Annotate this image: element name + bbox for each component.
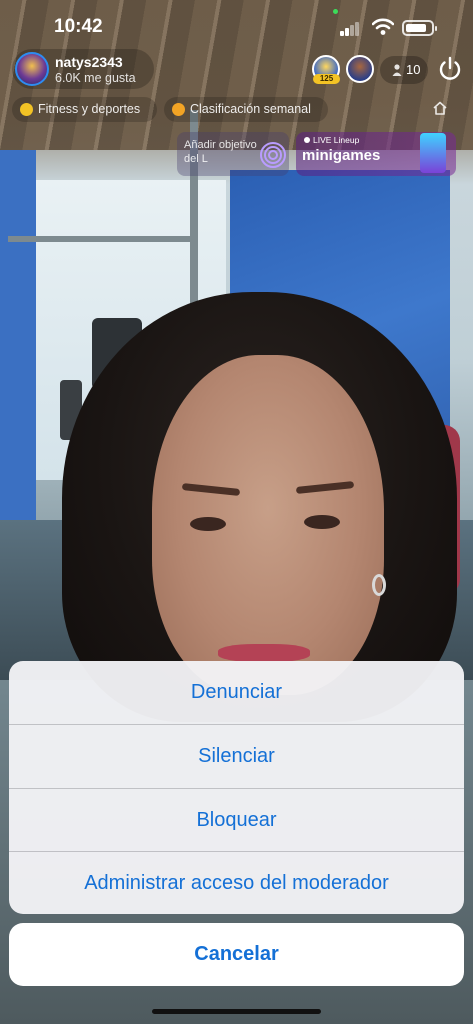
status-bar: 10:42 (0, 0, 473, 54)
viewer-count: 10 (406, 62, 421, 77)
category-chip[interactable]: Fitness y deportes (12, 97, 157, 122)
lineup-label-row: LIVE Lineup (304, 135, 359, 145)
host-username: natys2343 (55, 54, 123, 70)
host-likes: 6.0K me gusta (55, 71, 136, 85)
top-viewer-avatar-2[interactable] (346, 55, 374, 83)
viewer-level-badge: 125 (313, 74, 340, 84)
right-eye (304, 515, 340, 529)
action-sheet: Denunciar Silenciar Bloquear Administrar… (9, 661, 464, 914)
wifi-icon (372, 18, 394, 35)
cancel-button[interactable]: Cancelar (9, 923, 464, 986)
home-indicator[interactable] (152, 1009, 321, 1014)
goal-text: Añadir objetivo del L (184, 139, 257, 165)
earring (372, 574, 386, 596)
host-profile[interactable]: natys2343 6.0K me gusta (12, 49, 154, 89)
mute-button[interactable]: Silenciar (9, 725, 464, 788)
live-dot-icon (304, 137, 310, 143)
ranking-label: Clasificación semanal (190, 102, 311, 116)
viewer-count-button[interactable]: 10 (380, 56, 428, 84)
status-time: 10:42 (54, 16, 103, 37)
report-button[interactable]: Denunciar (9, 661, 464, 724)
goal-spiral-icon (260, 142, 286, 168)
lineup-game-thumbnail[interactable] (420, 133, 446, 173)
battery-icon (402, 20, 437, 36)
ranking-icon (172, 103, 185, 116)
category-icon (20, 103, 33, 116)
lips (218, 644, 310, 662)
cellular-signal-icon (340, 22, 360, 36)
block-button[interactable]: Bloquear (9, 789, 464, 852)
camera-in-use-indicator (333, 9, 338, 14)
manage-moderator-button[interactable]: Administrar acceso del moderador (9, 852, 464, 914)
left-eye (190, 517, 226, 531)
person-icon (392, 64, 402, 76)
bar-rail (8, 236, 193, 242)
host-avatar[interactable] (15, 52, 49, 86)
lineup-label: LIVE Lineup (313, 135, 360, 145)
home-icon[interactable] (432, 100, 448, 116)
category-label: Fitness y deportes (38, 102, 141, 116)
close-live-power-icon[interactable] (436, 55, 464, 83)
lineup-title: minigames (302, 147, 381, 164)
weekly-ranking-chip[interactable]: Clasificación semanal (164, 97, 328, 122)
